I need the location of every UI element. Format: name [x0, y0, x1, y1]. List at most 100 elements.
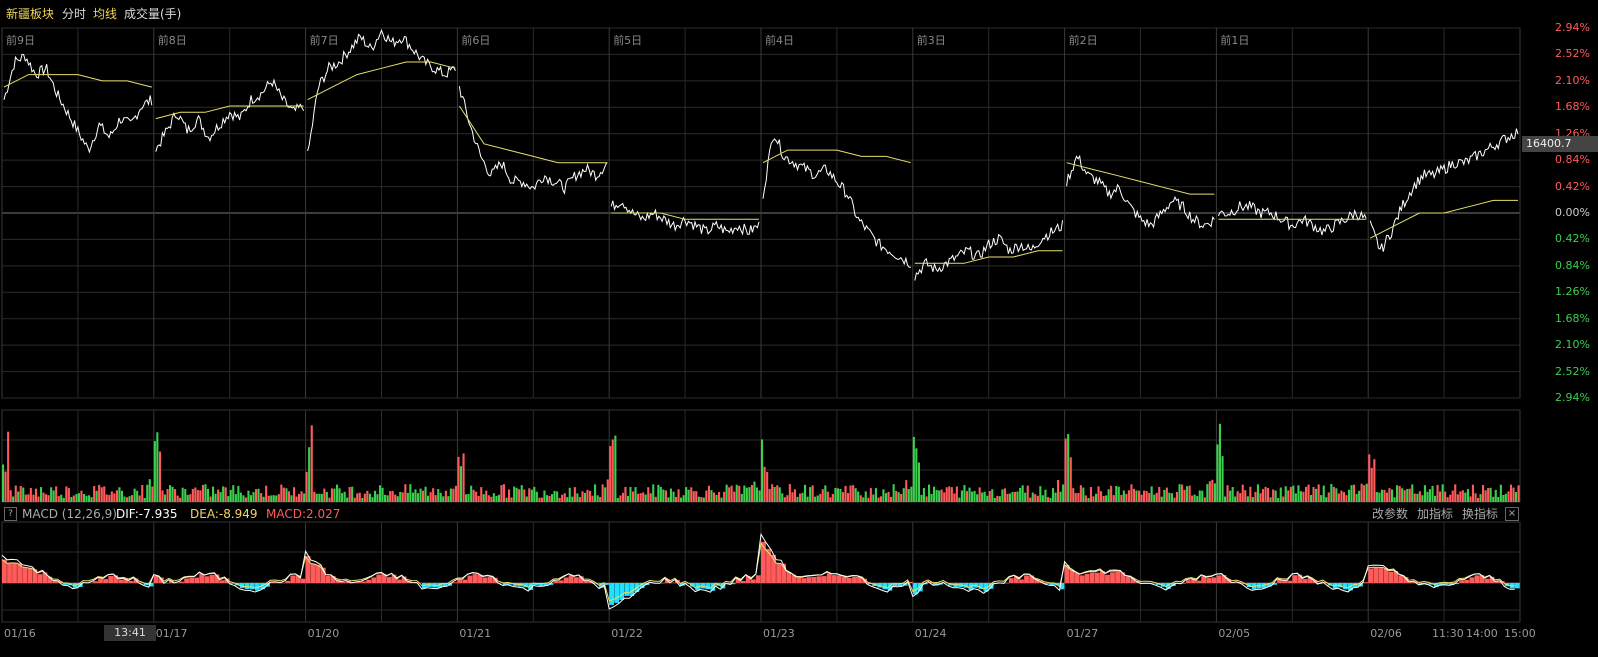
volume-bar	[872, 494, 875, 502]
date-label: 14:00	[1466, 627, 1498, 640]
volume-bar	[723, 491, 726, 502]
volume-bar	[1312, 487, 1315, 502]
volume-bar	[1340, 490, 1343, 502]
volume-bar	[409, 484, 412, 502]
volume-bar	[712, 492, 715, 502]
volume-bar	[1135, 490, 1138, 502]
volume-bar	[958, 497, 961, 502]
volume-bar	[206, 488, 209, 502]
chart-canvas[interactable]	[0, 0, 1598, 657]
date-label: 02/06	[1370, 627, 1402, 640]
volume-bar	[1089, 487, 1092, 502]
volume-bar	[95, 490, 98, 502]
volume-bar	[809, 487, 812, 502]
macd-bar	[118, 579, 124, 583]
volume-bar	[459, 466, 462, 502]
macd-bar	[300, 578, 306, 583]
volume-bar	[199, 490, 202, 502]
volume-bar	[705, 490, 708, 502]
close-icon[interactable]: ×	[1505, 507, 1519, 521]
volume-bar	[242, 495, 245, 502]
macd-bar	[290, 575, 296, 583]
macd-bar	[1125, 576, 1131, 583]
volume-bar	[396, 496, 399, 502]
day-label: 前3日	[916, 34, 946, 47]
volume-bar	[680, 497, 683, 502]
current-price-tag: 16400.7	[1522, 136, 1598, 152]
volume-bar	[353, 497, 356, 502]
volume-bar	[634, 487, 637, 502]
volume-bar	[1317, 484, 1320, 502]
add-indicator-button[interactable]: 加指标	[1417, 505, 1453, 522]
y-tick-label: 2.94%	[1555, 21, 1590, 34]
macd-name: MACD (12,26,9)	[22, 507, 117, 521]
volume-bar	[57, 496, 60, 502]
volume-bar	[659, 486, 662, 502]
volume-bar	[725, 484, 728, 502]
volume-bar	[508, 489, 511, 502]
macd-bar	[1514, 583, 1520, 589]
volume-bar	[485, 490, 488, 502]
volume-bar	[52, 490, 55, 502]
volume-bar	[1436, 484, 1439, 502]
volume-bar	[1267, 488, 1270, 502]
volume-bar	[126, 497, 129, 502]
macd-bar	[1206, 578, 1212, 583]
volume-bar	[1426, 491, 1429, 502]
macd-bar	[1484, 578, 1490, 583]
volume-bar	[361, 498, 364, 502]
volume-bar	[153, 441, 156, 502]
volume-bar	[1464, 492, 1467, 502]
volume-bar	[1499, 484, 1502, 502]
volume-bar	[85, 495, 88, 502]
volume-bar	[1277, 498, 1280, 502]
volume-bar	[690, 487, 693, 502]
volume-bar	[758, 490, 761, 502]
volume-bar	[123, 496, 126, 502]
volume-bar	[642, 492, 645, 502]
volume-bar	[1102, 496, 1105, 502]
volume-bar	[470, 485, 473, 502]
volume-bar	[1401, 488, 1404, 502]
volume-bar	[1036, 495, 1039, 502]
volume-bar	[234, 494, 237, 502]
volume-bar	[416, 493, 419, 502]
volume-bar	[100, 487, 103, 502]
volume-bar	[836, 488, 839, 502]
volume-bar	[204, 484, 207, 502]
volume-bar	[1444, 491, 1447, 502]
macd-bar	[836, 575, 842, 583]
volume-bar	[222, 486, 225, 502]
switch-indicator-button[interactable]: 换指标	[1462, 505, 1498, 522]
volume-bar	[1115, 486, 1118, 502]
volume-bar	[1191, 495, 1194, 502]
volume-bar	[270, 495, 273, 502]
volume-bar	[540, 497, 543, 502]
volume-bar	[1264, 486, 1267, 502]
volume-bar	[1441, 484, 1444, 502]
volume-bar	[406, 492, 409, 502]
volume-bar	[1310, 495, 1313, 502]
volume-bar	[1451, 490, 1454, 502]
volume-bar	[1095, 493, 1098, 502]
volume-bar	[432, 488, 435, 502]
macd-bar	[1363, 582, 1368, 583]
volume-bar	[1335, 488, 1338, 502]
volume-bar	[568, 487, 571, 502]
volume-bar	[1368, 454, 1371, 502]
volume-bar	[449, 488, 452, 502]
volume-bar	[1477, 498, 1480, 502]
volume-bar	[427, 495, 430, 502]
volume-bar	[755, 487, 758, 502]
volume-bar	[55, 486, 58, 502]
volume-bar	[29, 488, 32, 502]
date-label: 01/21	[459, 627, 492, 640]
volume-bar	[938, 490, 941, 502]
volume-bar	[1466, 489, 1469, 502]
change-params-button[interactable]: 改参数	[1372, 505, 1408, 522]
y-tick-label: 0.84%	[1555, 153, 1590, 167]
volume-bar	[1269, 497, 1272, 502]
volume-bar	[196, 490, 199, 502]
volume-bar	[227, 496, 230, 502]
volume-bar	[1434, 495, 1437, 502]
